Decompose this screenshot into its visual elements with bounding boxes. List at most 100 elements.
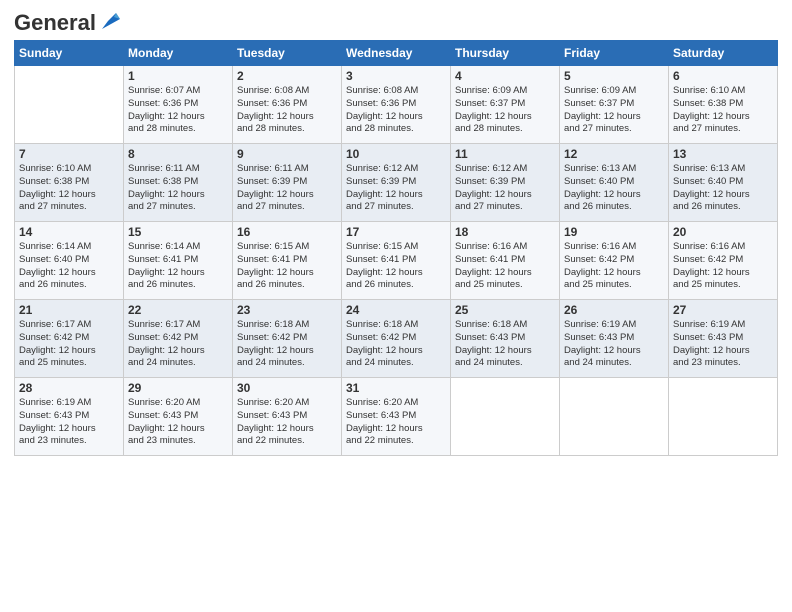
day-number: 4 xyxy=(455,69,555,83)
calendar-cell: 16 Sunrise: 6:15 AM Sunset: 6:41 PM Dayli… xyxy=(233,222,342,300)
calendar-cell: 3 Sunrise: 6:08 AM Sunset: 6:36 PM Daylig… xyxy=(342,66,451,144)
day-info: Sunrise: 6:08 AM Sunset: 6:36 PM Dayligh… xyxy=(346,85,446,136)
calendar-cell: 15 Sunrise: 6:14 AM Sunset: 6:41 PM Dayli… xyxy=(124,222,233,300)
day-number: 19 xyxy=(564,225,664,239)
header-day-friday: Friday xyxy=(560,41,669,66)
day-info: Sunrise: 6:20 AM Sunset: 6:43 PM Dayligh… xyxy=(237,397,337,448)
calendar-cell: 2 Sunrise: 6:08 AM Sunset: 6:36 PM Daylig… xyxy=(233,66,342,144)
logo-icon xyxy=(98,11,120,33)
day-number: 2 xyxy=(237,69,337,83)
day-info: Sunrise: 6:15 AM Sunset: 6:41 PM Dayligh… xyxy=(237,241,337,292)
day-number: 9 xyxy=(237,147,337,161)
day-number: 20 xyxy=(673,225,773,239)
day-number: 18 xyxy=(455,225,555,239)
day-info: Sunrise: 6:19 AM Sunset: 6:43 PM Dayligh… xyxy=(19,397,119,448)
day-number: 23 xyxy=(237,303,337,317)
header-day-tuesday: Tuesday xyxy=(233,41,342,66)
calendar-cell xyxy=(560,378,669,456)
week-row-4: 21 Sunrise: 6:17 AM Sunset: 6:42 PM Dayli… xyxy=(15,300,778,378)
calendar-cell: 18 Sunrise: 6:16 AM Sunset: 6:41 PM Dayli… xyxy=(451,222,560,300)
day-info: Sunrise: 6:14 AM Sunset: 6:41 PM Dayligh… xyxy=(128,241,228,292)
day-number: 10 xyxy=(346,147,446,161)
day-info: Sunrise: 6:16 AM Sunset: 6:41 PM Dayligh… xyxy=(455,241,555,292)
day-info: Sunrise: 6:19 AM Sunset: 6:43 PM Dayligh… xyxy=(564,319,664,370)
day-number: 16 xyxy=(237,225,337,239)
calendar-container: General SundayMondayTuesdayWednesdayThur… xyxy=(0,0,792,612)
day-number: 22 xyxy=(128,303,228,317)
day-info: Sunrise: 6:09 AM Sunset: 6:37 PM Dayligh… xyxy=(455,85,555,136)
header-day-saturday: Saturday xyxy=(669,41,778,66)
week-row-3: 14 Sunrise: 6:14 AM Sunset: 6:40 PM Dayli… xyxy=(15,222,778,300)
day-number: 3 xyxy=(346,69,446,83)
day-number: 8 xyxy=(128,147,228,161)
day-info: Sunrise: 6:18 AM Sunset: 6:42 PM Dayligh… xyxy=(346,319,446,370)
calendar-cell: 21 Sunrise: 6:17 AM Sunset: 6:42 PM Dayli… xyxy=(15,300,124,378)
day-info: Sunrise: 6:09 AM Sunset: 6:37 PM Dayligh… xyxy=(564,85,664,136)
header-day-thursday: Thursday xyxy=(451,41,560,66)
day-info: Sunrise: 6:17 AM Sunset: 6:42 PM Dayligh… xyxy=(19,319,119,370)
calendar-cell: 27Sunrise: 6:19 AM Sunset: 6:43 PM Dayli… xyxy=(669,300,778,378)
calendar-cell: 5Sunrise: 6:09 AM Sunset: 6:37 PM Daylig… xyxy=(560,66,669,144)
calendar-cell: 30Sunrise: 6:20 AM Sunset: 6:43 PM Dayli… xyxy=(233,378,342,456)
day-info: Sunrise: 6:15 AM Sunset: 6:41 PM Dayligh… xyxy=(346,241,446,292)
day-info: Sunrise: 6:19 AM Sunset: 6:43 PM Dayligh… xyxy=(673,319,773,370)
day-number: 7 xyxy=(19,147,119,161)
calendar-cell: 12 Sunrise: 6:13 AM Sunset: 6:40 PM Dayli… xyxy=(560,144,669,222)
day-info: Sunrise: 6:18 AM Sunset: 6:43 PM Dayligh… xyxy=(455,319,555,370)
day-info: Sunrise: 6:11 AM Sunset: 6:38 PM Dayligh… xyxy=(128,163,228,214)
day-number: 13 xyxy=(673,147,773,161)
logo-general: General xyxy=(14,10,96,36)
calendar-cell: 22 Sunrise: 6:17 AM Sunset: 6:42 PM Dayli… xyxy=(124,300,233,378)
logo: General xyxy=(14,10,120,32)
calendar-cell: 19 Sunrise: 6:16 AM Sunset: 6:42 PM Dayli… xyxy=(560,222,669,300)
calendar-cell: 14 Sunrise: 6:14 AM Sunset: 6:40 PM Dayli… xyxy=(15,222,124,300)
calendar-cell: 20Sunrise: 6:16 AM Sunset: 6:42 PM Dayli… xyxy=(669,222,778,300)
calendar-cell: 13 Sunrise: 6:13 AM Sunset: 6:40 PM Dayli… xyxy=(669,144,778,222)
day-info: Sunrise: 6:14 AM Sunset: 6:40 PM Dayligh… xyxy=(19,241,119,292)
calendar-cell: 26 Sunrise: 6:19 AM Sunset: 6:43 PM Dayli… xyxy=(560,300,669,378)
calendar-cell xyxy=(669,378,778,456)
day-info: Sunrise: 6:08 AM Sunset: 6:36 PM Dayligh… xyxy=(237,85,337,136)
day-number: 6 xyxy=(673,69,773,83)
header-day-sunday: Sunday xyxy=(15,41,124,66)
day-number: 15 xyxy=(128,225,228,239)
day-info: Sunrise: 6:20 AM Sunset: 6:43 PM Dayligh… xyxy=(128,397,228,448)
day-number: 25 xyxy=(455,303,555,317)
day-number: 28 xyxy=(19,381,119,395)
day-info: Sunrise: 6:13 AM Sunset: 6:40 PM Dayligh… xyxy=(564,163,664,214)
calendar-cell: 24Sunrise: 6:18 AM Sunset: 6:42 PM Dayli… xyxy=(342,300,451,378)
calendar-cell: 29 Sunrise: 6:20 AM Sunset: 6:43 PM Dayli… xyxy=(124,378,233,456)
calendar-cell: 6 Sunrise: 6:10 AM Sunset: 6:38 PM Daylig… xyxy=(669,66,778,144)
day-info: Sunrise: 6:07 AM Sunset: 6:36 PM Dayligh… xyxy=(128,85,228,136)
day-number: 21 xyxy=(19,303,119,317)
day-number: 1 xyxy=(128,69,228,83)
calendar-cell xyxy=(15,66,124,144)
calendar-cell: 17 Sunrise: 6:15 AM Sunset: 6:41 PM Dayli… xyxy=(342,222,451,300)
week-row-2: 7Sunrise: 6:10 AM Sunset: 6:38 PM Daylig… xyxy=(15,144,778,222)
calendar-header-row: SundayMondayTuesdayWednesdayThursdayFrid… xyxy=(15,41,778,66)
day-info: Sunrise: 6:12 AM Sunset: 6:39 PM Dayligh… xyxy=(455,163,555,214)
day-number: 12 xyxy=(564,147,664,161)
day-number: 29 xyxy=(128,381,228,395)
week-row-1: 1 Sunrise: 6:07 AM Sunset: 6:36 PM Daylig… xyxy=(15,66,778,144)
calendar-cell: 4 Sunrise: 6:09 AM Sunset: 6:37 PM Daylig… xyxy=(451,66,560,144)
day-info: Sunrise: 6:13 AM Sunset: 6:40 PM Dayligh… xyxy=(673,163,773,214)
day-number: 31 xyxy=(346,381,446,395)
day-number: 26 xyxy=(564,303,664,317)
header-day-monday: Monday xyxy=(124,41,233,66)
calendar-cell: 7Sunrise: 6:10 AM Sunset: 6:38 PM Daylig… xyxy=(15,144,124,222)
day-number: 11 xyxy=(455,147,555,161)
day-info: Sunrise: 6:16 AM Sunset: 6:42 PM Dayligh… xyxy=(564,241,664,292)
calendar-table: SundayMondayTuesdayWednesdayThursdayFrid… xyxy=(14,40,778,456)
day-number: 14 xyxy=(19,225,119,239)
calendar-cell: 31Sunrise: 6:20 AM Sunset: 6:43 PM Dayli… xyxy=(342,378,451,456)
calendar-cell: 23Sunrise: 6:18 AM Sunset: 6:42 PM Dayli… xyxy=(233,300,342,378)
calendar-body: 1 Sunrise: 6:07 AM Sunset: 6:36 PM Daylig… xyxy=(15,66,778,456)
calendar-cell: 9Sunrise: 6:11 AM Sunset: 6:39 PM Daylig… xyxy=(233,144,342,222)
calendar-cell: 10Sunrise: 6:12 AM Sunset: 6:39 PM Dayli… xyxy=(342,144,451,222)
day-info: Sunrise: 6:17 AM Sunset: 6:42 PM Dayligh… xyxy=(128,319,228,370)
calendar-cell: 28 Sunrise: 6:19 AM Sunset: 6:43 PM Dayli… xyxy=(15,378,124,456)
day-info: Sunrise: 6:10 AM Sunset: 6:38 PM Dayligh… xyxy=(673,85,773,136)
day-number: 17 xyxy=(346,225,446,239)
calendar-cell: 1 Sunrise: 6:07 AM Sunset: 6:36 PM Daylig… xyxy=(124,66,233,144)
